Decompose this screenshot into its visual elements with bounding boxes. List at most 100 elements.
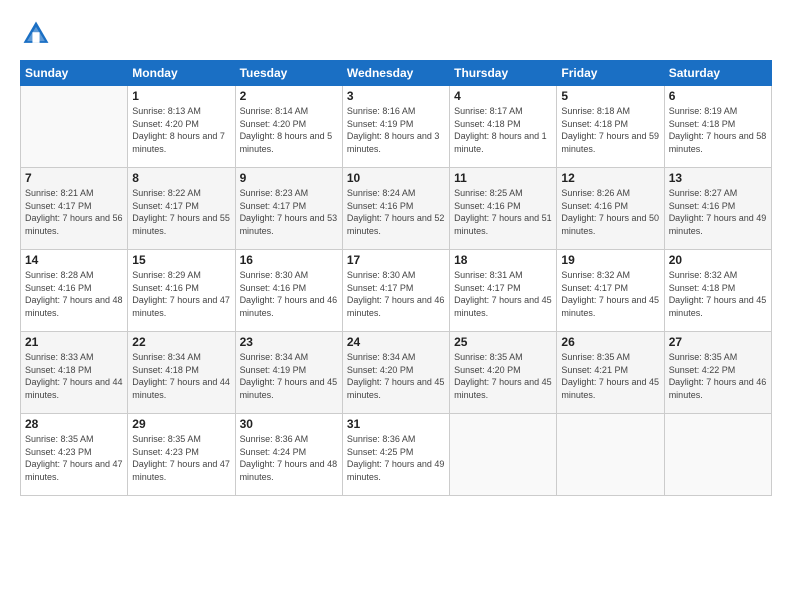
day-sunset: Sunset: 4:16 PM — [240, 283, 307, 293]
calendar-day-cell: 30 Sunrise: 8:36 AM Sunset: 4:24 PM Dayl… — [235, 414, 342, 496]
day-sunset: Sunset: 4:18 PM — [132, 365, 199, 375]
day-daylight: Daylight: 7 hours and 55 minutes. — [132, 213, 230, 236]
day-number: 2 — [240, 89, 338, 103]
day-number: 24 — [347, 335, 445, 349]
calendar-day-cell: 9 Sunrise: 8:23 AM Sunset: 4:17 PM Dayli… — [235, 168, 342, 250]
day-number: 30 — [240, 417, 338, 431]
day-sunrise: Sunrise: 8:19 AM — [669, 106, 738, 116]
day-number: 19 — [561, 253, 659, 267]
day-daylight: Daylight: 7 hours and 47 minutes. — [132, 295, 230, 318]
day-number: 26 — [561, 335, 659, 349]
calendar-day-cell: 5 Sunrise: 8:18 AM Sunset: 4:18 PM Dayli… — [557, 86, 664, 168]
day-sunrise: Sunrise: 8:17 AM — [454, 106, 523, 116]
day-sunset: Sunset: 4:16 PM — [561, 201, 628, 211]
day-daylight: Daylight: 7 hours and 53 minutes. — [240, 213, 338, 236]
day-of-week-header: Sunday — [21, 61, 128, 86]
day-daylight: Daylight: 7 hours and 45 minutes. — [561, 295, 659, 318]
calendar-day-cell: 11 Sunrise: 8:25 AM Sunset: 4:16 PM Dayl… — [450, 168, 557, 250]
day-number: 11 — [454, 171, 552, 185]
page: SundayMondayTuesdayWednesdayThursdayFrid… — [0, 0, 792, 612]
day-sunset: Sunset: 4:16 PM — [25, 283, 92, 293]
calendar-day-cell: 21 Sunrise: 8:33 AM Sunset: 4:18 PM Dayl… — [21, 332, 128, 414]
day-of-week-header: Tuesday — [235, 61, 342, 86]
day-sunset: Sunset: 4:19 PM — [347, 119, 414, 129]
day-sunset: Sunset: 4:25 PM — [347, 447, 414, 457]
day-daylight: Daylight: 7 hours and 45 minutes. — [240, 377, 338, 400]
day-daylight: Daylight: 7 hours and 50 minutes. — [561, 213, 659, 236]
calendar-table: SundayMondayTuesdayWednesdayThursdayFrid… — [20, 60, 772, 496]
calendar-day-cell: 20 Sunrise: 8:32 AM Sunset: 4:18 PM Dayl… — [664, 250, 771, 332]
day-number: 16 — [240, 253, 338, 267]
day-daylight: Daylight: 7 hours and 46 minutes. — [347, 295, 445, 318]
calendar-day-cell: 1 Sunrise: 8:13 AM Sunset: 4:20 PM Dayli… — [128, 86, 235, 168]
day-number: 9 — [240, 171, 338, 185]
calendar-day-cell: 23 Sunrise: 8:34 AM Sunset: 4:19 PM Dayl… — [235, 332, 342, 414]
day-sunrise: Sunrise: 8:31 AM — [454, 270, 523, 280]
day-daylight: Daylight: 7 hours and 46 minutes. — [240, 295, 338, 318]
calendar-day-cell — [21, 86, 128, 168]
calendar-day-cell: 18 Sunrise: 8:31 AM Sunset: 4:17 PM Dayl… — [450, 250, 557, 332]
day-sunrise: Sunrise: 8:28 AM — [25, 270, 94, 280]
calendar-day-cell: 27 Sunrise: 8:35 AM Sunset: 4:22 PM Dayl… — [664, 332, 771, 414]
day-of-week-header: Thursday — [450, 61, 557, 86]
day-sunrise: Sunrise: 8:24 AM — [347, 188, 416, 198]
day-daylight: Daylight: 7 hours and 51 minutes. — [454, 213, 552, 236]
logo — [20, 18, 56, 50]
day-sunset: Sunset: 4:23 PM — [25, 447, 92, 457]
calendar-week-row: 28 Sunrise: 8:35 AM Sunset: 4:23 PM Dayl… — [21, 414, 772, 496]
day-sunset: Sunset: 4:23 PM — [132, 447, 199, 457]
day-number: 18 — [454, 253, 552, 267]
day-sunrise: Sunrise: 8:36 AM — [240, 434, 309, 444]
day-sunset: Sunset: 4:21 PM — [561, 365, 628, 375]
day-sunset: Sunset: 4:18 PM — [561, 119, 628, 129]
calendar-day-cell: 19 Sunrise: 8:32 AM Sunset: 4:17 PM Dayl… — [557, 250, 664, 332]
day-sunrise: Sunrise: 8:35 AM — [561, 352, 630, 362]
day-number: 4 — [454, 89, 552, 103]
day-sunset: Sunset: 4:22 PM — [669, 365, 736, 375]
day-of-week-header: Monday — [128, 61, 235, 86]
day-number: 12 — [561, 171, 659, 185]
calendar-day-cell: 4 Sunrise: 8:17 AM Sunset: 4:18 PM Dayli… — [450, 86, 557, 168]
calendar-day-cell: 29 Sunrise: 8:35 AM Sunset: 4:23 PM Dayl… — [128, 414, 235, 496]
calendar-week-row: 7 Sunrise: 8:21 AM Sunset: 4:17 PM Dayli… — [21, 168, 772, 250]
calendar-day-cell: 28 Sunrise: 8:35 AM Sunset: 4:23 PM Dayl… — [21, 414, 128, 496]
day-of-week-header: Saturday — [664, 61, 771, 86]
day-sunset: Sunset: 4:18 PM — [669, 283, 736, 293]
calendar-day-cell: 8 Sunrise: 8:22 AM Sunset: 4:17 PM Dayli… — [128, 168, 235, 250]
calendar-day-cell: 12 Sunrise: 8:26 AM Sunset: 4:16 PM Dayl… — [557, 168, 664, 250]
day-number: 1 — [132, 89, 230, 103]
day-sunrise: Sunrise: 8:35 AM — [454, 352, 523, 362]
day-number: 15 — [132, 253, 230, 267]
day-sunset: Sunset: 4:17 PM — [347, 283, 414, 293]
day-daylight: Daylight: 7 hours and 45 minutes. — [347, 377, 445, 400]
logo-icon — [20, 18, 52, 50]
day-sunrise: Sunrise: 8:33 AM — [25, 352, 94, 362]
day-sunset: Sunset: 4:17 PM — [561, 283, 628, 293]
day-number: 22 — [132, 335, 230, 349]
calendar-week-row: 21 Sunrise: 8:33 AM Sunset: 4:18 PM Dayl… — [21, 332, 772, 414]
calendar-day-cell: 2 Sunrise: 8:14 AM Sunset: 4:20 PM Dayli… — [235, 86, 342, 168]
day-number: 10 — [347, 171, 445, 185]
day-daylight: Daylight: 7 hours and 48 minutes. — [240, 459, 338, 482]
day-daylight: Daylight: 7 hours and 58 minutes. — [669, 131, 767, 154]
day-sunset: Sunset: 4:17 PM — [132, 201, 199, 211]
day-sunrise: Sunrise: 8:30 AM — [240, 270, 309, 280]
calendar-day-cell: 31 Sunrise: 8:36 AM Sunset: 4:25 PM Dayl… — [342, 414, 449, 496]
day-daylight: Daylight: 8 hours and 7 minutes. — [132, 131, 225, 154]
day-sunrise: Sunrise: 8:35 AM — [669, 352, 738, 362]
calendar-day-cell: 16 Sunrise: 8:30 AM Sunset: 4:16 PM Dayl… — [235, 250, 342, 332]
day-sunrise: Sunrise: 8:25 AM — [454, 188, 523, 198]
day-sunset: Sunset: 4:18 PM — [669, 119, 736, 129]
calendar-header-row: SundayMondayTuesdayWednesdayThursdayFrid… — [21, 61, 772, 86]
day-sunrise: Sunrise: 8:35 AM — [132, 434, 201, 444]
day-sunrise: Sunrise: 8:16 AM — [347, 106, 416, 116]
day-sunrise: Sunrise: 8:35 AM — [25, 434, 94, 444]
calendar-day-cell: 26 Sunrise: 8:35 AM Sunset: 4:21 PM Dayl… — [557, 332, 664, 414]
day-sunrise: Sunrise: 8:26 AM — [561, 188, 630, 198]
calendar-day-cell: 3 Sunrise: 8:16 AM Sunset: 4:19 PM Dayli… — [342, 86, 449, 168]
calendar-day-cell — [450, 414, 557, 496]
day-daylight: Daylight: 8 hours and 5 minutes. — [240, 131, 333, 154]
calendar-day-cell: 15 Sunrise: 8:29 AM Sunset: 4:16 PM Dayl… — [128, 250, 235, 332]
day-of-week-header: Friday — [557, 61, 664, 86]
day-sunset: Sunset: 4:18 PM — [454, 119, 521, 129]
